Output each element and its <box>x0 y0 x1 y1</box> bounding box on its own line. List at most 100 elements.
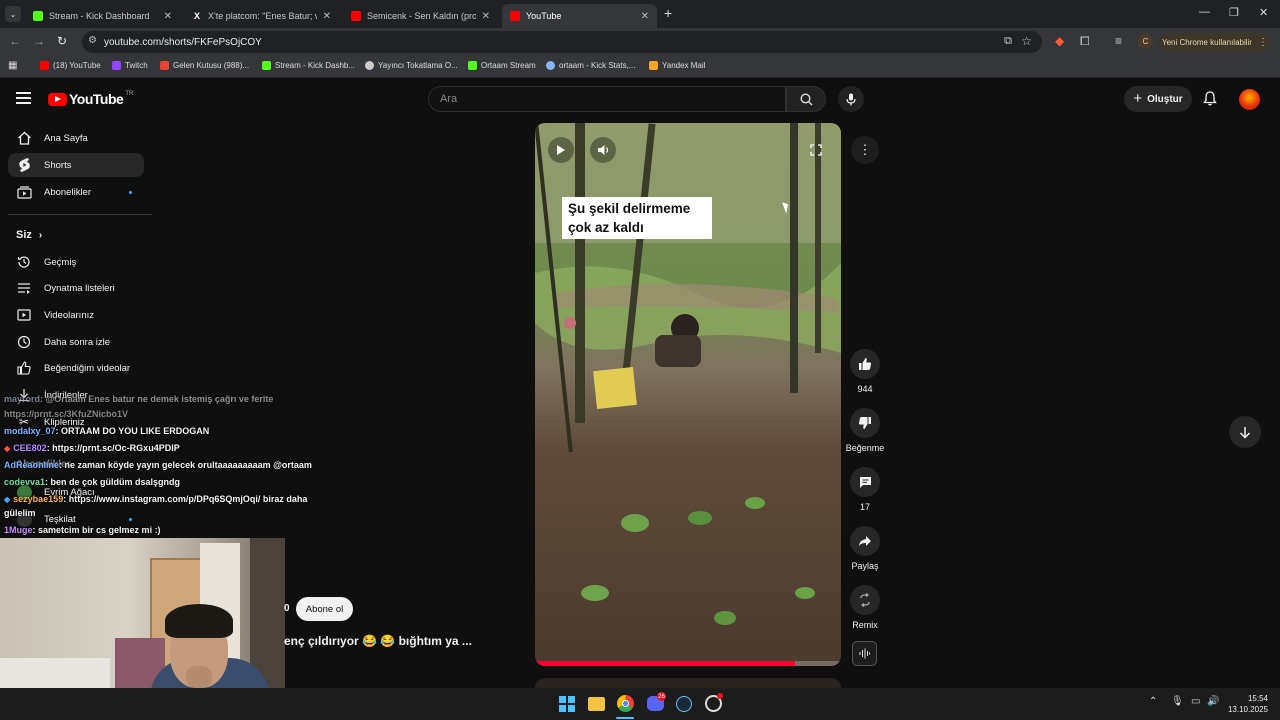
windows-taskbar: 26 ⌃ 🎙 ▭ 🔊 15:54 13.10.2025 <box>0 688 1280 720</box>
bookmark-gmail[interactable]: Gelen Kutusu (988)... <box>160 61 249 70</box>
sidebar-item-liked-videos[interactable]: Beğendiğim videolar <box>8 356 144 380</box>
volume-tray-icon[interactable]: 🔊 <box>1207 696 1219 707</box>
short-title[interactable]: enç çıldırıyor 😂 😂 bığhtım ya ... <box>284 634 496 648</box>
play-button[interactable] <box>548 137 574 163</box>
bookmark-label: Yayıncı Tokatlama O... <box>378 61 458 70</box>
steam-icon[interactable] <box>676 696 692 712</box>
next-short-button[interactable] <box>1229 416 1261 448</box>
install-app-icon[interactable]: ⧉ <box>1004 35 1012 48</box>
forward-icon[interactable]: → <box>33 34 45 48</box>
start-windows-icon[interactable] <box>559 696 575 712</box>
hamburger-menu-icon[interactable] <box>16 92 31 104</box>
sidebar-item-history[interactable]: Geçmiş <box>8 250 144 274</box>
sidebar-item-home[interactable]: Ana Sayfa <box>8 126 144 150</box>
tab-kick-dashboard[interactable]: Stream - Kick Dashboard ✕ <box>25 4 180 28</box>
share-button[interactable] <box>850 526 880 556</box>
chat-username: AdReaonline <box>4 460 60 470</box>
bookmark-label: ortaam - Kick Stats,... <box>559 61 636 70</box>
bookmark-ortaam-stream[interactable]: Ortaam Stream <box>468 61 536 70</box>
bookmark-kick-dashboard[interactable]: Stream - Kick Dashb... <box>262 61 355 70</box>
sidebar-item-subscriptions[interactable]: Abonelikler <box>8 180 144 204</box>
file-explorer-icon[interactable] <box>588 697 605 711</box>
apps-icon[interactable]: ▦ <box>8 60 17 71</box>
minimize-icon[interactable]: — <box>1199 6 1210 18</box>
dislike-button[interactable] <box>850 408 880 438</box>
restore-icon[interactable]: ❐ <box>1229 6 1239 19</box>
video-progress[interactable] <box>535 661 796 666</box>
display-tray-icon[interactable]: ▭ <box>1191 696 1200 707</box>
clock[interactable]: 15:54 13.10.2025 <box>1222 693 1268 715</box>
menu-dots-icon[interactable]: ⋮ <box>1258 37 1268 48</box>
like-button[interactable] <box>850 349 880 379</box>
sidebar-you-header[interactable]: Siz › <box>16 229 42 241</box>
subscribe-button[interactable]: Abone ol <box>296 597 353 621</box>
subscribe-label: Abone ol <box>305 603 344 615</box>
bookmark-tokatlama[interactable]: Yayıncı Tokatlama O... <box>365 61 458 70</box>
bookmark-star-icon[interactable]: ☆ <box>1021 34 1032 48</box>
bookmark-yandex-mail[interactable]: Yandex Mail <box>649 61 705 70</box>
tab-title: YouTube <box>526 11 562 21</box>
kick-icon <box>262 61 271 70</box>
sidebar-item-shorts[interactable]: Shorts <box>8 153 144 177</box>
bookmark-kick-stats[interactable]: ortaam - Kick Stats,... <box>546 61 635 70</box>
profile-avatar[interactable]: C <box>1138 34 1153 49</box>
search-button[interactable] <box>786 86 826 112</box>
audio-wave-icon <box>859 648 870 659</box>
caption-line: Şu şekil delirmeme <box>568 201 691 216</box>
chrome-update-button[interactable]: Yeni Chrome kullanılabilir ⋮ <box>1160 33 1270 51</box>
chevron-right-icon: › <box>38 229 43 241</box>
create-button[interactable]: + Oluştur <box>1124 86 1192 112</box>
tab-youtube[interactable]: YouTube ✕ <box>502 4 657 28</box>
chat-text: : ben de çok güldüm dsalşgndg <box>45 477 181 487</box>
sidebar-item-your-videos[interactable]: Videolarınız <box>8 303 144 327</box>
sound-thumbnail[interactable] <box>852 641 877 666</box>
chrome-icon[interactable] <box>617 695 634 712</box>
bookmark-twitch[interactable]: Twitch <box>112 61 148 70</box>
notifications-bell-icon[interactable] <box>1203 91 1217 111</box>
comments-button[interactable] <box>850 467 880 497</box>
sidebar-item-label: Ana Sayfa <box>44 132 88 144</box>
sidebar-item-label: Videolarınız <box>44 309 94 321</box>
shorts-icon <box>16 157 32 173</box>
kick-icon <box>468 61 477 70</box>
fullscreen-button[interactable] <box>803 137 829 163</box>
voice-search-button[interactable] <box>838 86 864 112</box>
close-icon[interactable]: ✕ <box>323 11 331 22</box>
more-options-icon[interactable]: ⋮ <box>851 136 879 164</box>
search-input[interactable]: Ara <box>428 86 786 112</box>
account-avatar[interactable] <box>1239 89 1260 110</box>
tab-media-icon[interactable]: ≡ <box>1115 34 1122 48</box>
close-icon[interactable]: ✕ <box>641 11 649 22</box>
sidebar-item-label: Beğendiğim videolar <box>44 362 131 374</box>
like-icon <box>16 360 32 376</box>
back-icon[interactable]: ← <box>9 34 21 48</box>
close-icon[interactable]: ✕ <box>482 11 490 22</box>
bookmark-label: Yandex Mail <box>662 61 706 70</box>
chat-message: ◆ CEE802: https://prnt.sc/Oc-RGxu4PDIP <box>4 443 180 453</box>
sidebar-item-playlists[interactable]: Oynatma listeleri <box>8 276 144 300</box>
sidebar-item-watch-later[interactable]: Daha sonra izle <box>8 330 144 354</box>
next-short-preview[interactable] <box>535 678 841 688</box>
chat-text: gülelim <box>4 508 36 518</box>
address-bar[interactable]: ⚙ youtube.com/shorts/FKFePsOjCOY ⧉ ☆ <box>82 31 1042 53</box>
bookmark-youtube[interactable]: (18) YouTube <box>40 61 101 70</box>
tab-search-button[interactable]: ⌄ <box>5 6 21 22</box>
close-icon[interactable]: ✕ <box>164 11 172 22</box>
extensions-icon[interactable]: ⧠ <box>1080 34 1090 49</box>
extension-red-icon[interactable]: ◆ <box>1055 34 1064 48</box>
remix-button[interactable] <box>850 585 880 615</box>
new-tab-button[interactable]: + <box>664 5 672 21</box>
youtube-logo[interactable]: YouTube TR <box>48 91 133 107</box>
site-info-icon[interactable]: ⚙ <box>88 35 97 46</box>
microphone-tray-icon[interactable]: 🎙 <box>1171 696 1184 707</box>
tab-x[interactable]: X X'te platcom: "Enes Batur; wtch... ✕ <box>184 4 339 28</box>
close-window-icon[interactable]: ✕ <box>1259 6 1268 19</box>
tab-semicenk[interactable]: Semicenk - Sen Kaldın (prod. b... ✕ <box>343 4 498 28</box>
tray-chevron-icon[interactable]: ⌃ <box>1149 696 1157 707</box>
new-content-dot <box>129 518 132 521</box>
plus-icon: + <box>1133 90 1143 107</box>
reload-icon[interactable]: ↻ <box>57 34 67 48</box>
url-text: youtube.com/shorts/FKFePsOjCOY <box>104 36 262 48</box>
mute-button[interactable] <box>590 137 616 163</box>
chat-message: AdReaonline: ne zaman köyde yayın gelece… <box>4 460 312 470</box>
